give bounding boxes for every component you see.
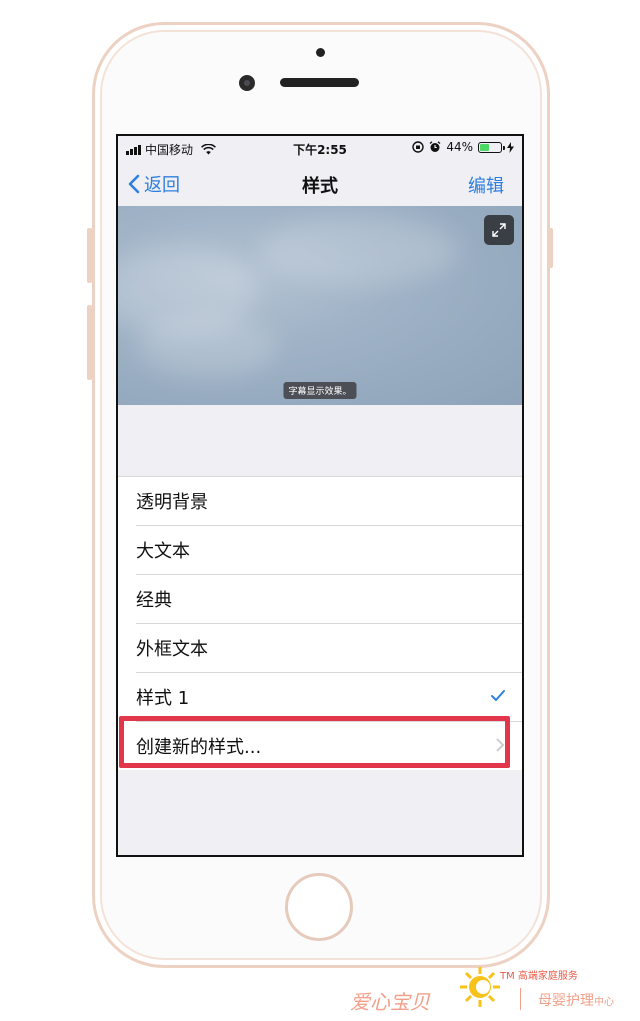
front-camera	[239, 75, 255, 91]
subtitle-caption: 字幕显示效果。	[283, 382, 357, 399]
battery-icon	[478, 141, 505, 153]
subtitle-preview: 字幕显示效果。	[118, 206, 522, 405]
style-item-label: 外框文本	[136, 639, 208, 660]
battery-percent: 44%	[446, 140, 473, 154]
proximity-sensor	[316, 48, 325, 57]
style-item-style-1[interactable]: 样式 1	[136, 673, 522, 722]
status-bar: 中国移动 下午2:55 44%	[118, 136, 522, 162]
watermark-divider	[520, 988, 521, 1010]
preview-cloud	[138, 316, 278, 376]
page-title: 样式	[302, 176, 338, 197]
watermark-brand: 爱心宝贝	[350, 990, 430, 1014]
style-item-classic[interactable]: 经典	[136, 575, 522, 624]
charging-icon	[507, 141, 514, 153]
alarm-icon	[429, 141, 441, 152]
style-item-label: 经典	[136, 590, 172, 611]
style-item-large-text[interactable]: 大文本	[136, 526, 522, 575]
highlight-annotation	[119, 716, 510, 768]
watermark-subtitle: 母婴护理中心	[538, 990, 614, 1010]
navigation-bar: 返回 样式 编辑	[118, 162, 522, 206]
style-item-transparent-background[interactable]: 透明背景	[136, 477, 522, 526]
edit-button[interactable]: 编辑	[468, 172, 504, 198]
home-button[interactable]	[285, 873, 353, 941]
checkmark-icon	[491, 690, 505, 701]
volume-up-button	[87, 228, 92, 283]
watermark-sub-small: 中心	[594, 997, 614, 1008]
style-item-label: 大文本	[136, 541, 190, 562]
preview-cloud	[258, 216, 458, 286]
volume-down-button	[87, 305, 92, 380]
style-item-outline-text[interactable]: 外框文本	[136, 624, 522, 673]
battery-fill	[480, 143, 489, 151]
orientation-lock-icon	[412, 141, 425, 153]
sun-logo-icon	[460, 967, 500, 1007]
expand-button[interactable]	[484, 215, 514, 245]
expand-icon	[492, 223, 506, 237]
watermark-sub-main: 母婴护理	[538, 993, 594, 1009]
style-item-label: 透明背景	[136, 492, 208, 513]
style-item-label: 样式 1	[136, 688, 190, 709]
power-button	[548, 228, 553, 268]
earpiece-speaker	[280, 78, 359, 87]
watermark-tagline: TM 高端家庭服务	[500, 971, 578, 982]
